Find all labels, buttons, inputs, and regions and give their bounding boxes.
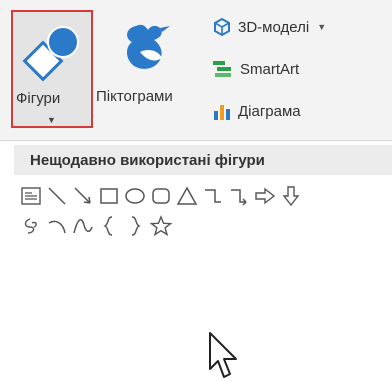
mouse-cursor-icon <box>209 332 237 378</box>
down-arrow-shape[interactable] <box>280 185 302 207</box>
smartart-icon <box>213 61 231 77</box>
freeform-scribble-shape[interactable] <box>20 215 42 237</box>
oval-shape[interactable] <box>124 185 146 207</box>
text-box-shape[interactable] <box>20 185 42 207</box>
bird-icon <box>127 24 170 69</box>
rectangle-shape[interactable] <box>98 185 120 207</box>
rounded-rectangle-shape[interactable] <box>150 185 172 207</box>
3d-models-label: 3D-моделі <box>238 18 310 36</box>
recent-shapes-gallery <box>14 179 392 246</box>
icons-button[interactable]: Піктограми <box>96 10 206 128</box>
chevron-down-icon: ▼ <box>47 115 56 125</box>
right-arrow-shape[interactable] <box>254 185 276 207</box>
insert-ribbon: Фігури ▼ Піктограми 3D-моделі ▼ SmartArt <box>0 0 392 140</box>
chevron-down-icon: ▼ <box>317 22 327 32</box>
arrow-line-shape[interactable] <box>72 185 94 207</box>
smartart-button[interactable]: SmartArt <box>212 56 299 82</box>
bar-chart-icon <box>214 105 230 120</box>
icons-label: Піктограми <box>96 88 173 105</box>
elbow-arrow-connector-shape[interactable] <box>228 185 250 207</box>
right-brace-shape[interactable] <box>124 215 146 237</box>
shapes-dropdown: Нещодавно використані фігури <box>0 140 392 378</box>
arc-shape[interactable] <box>46 215 68 237</box>
line-shape[interactable] <box>46 185 68 207</box>
chart-button[interactable]: Діаграма <box>212 98 301 124</box>
star-shape[interactable] <box>150 215 172 237</box>
cube-icon <box>214 17 230 37</box>
shapes-label: Фігури <box>16 90 61 107</box>
chart-label: Діаграма <box>238 102 301 120</box>
3d-models-button[interactable]: 3D-моделі ▼ <box>212 14 326 40</box>
left-brace-shape[interactable] <box>98 215 120 237</box>
curve-shape[interactable] <box>72 215 94 237</box>
shapes-icon <box>22 26 79 82</box>
shapes-button[interactable]: Фігури ▼ <box>11 10 93 128</box>
recent-shapes-header: Нещодавно використані фігури <box>14 145 392 175</box>
triangle-shape[interactable] <box>176 185 198 207</box>
smartart-label: SmartArt <box>240 60 300 78</box>
elbow-connector-shape[interactable] <box>202 185 224 207</box>
